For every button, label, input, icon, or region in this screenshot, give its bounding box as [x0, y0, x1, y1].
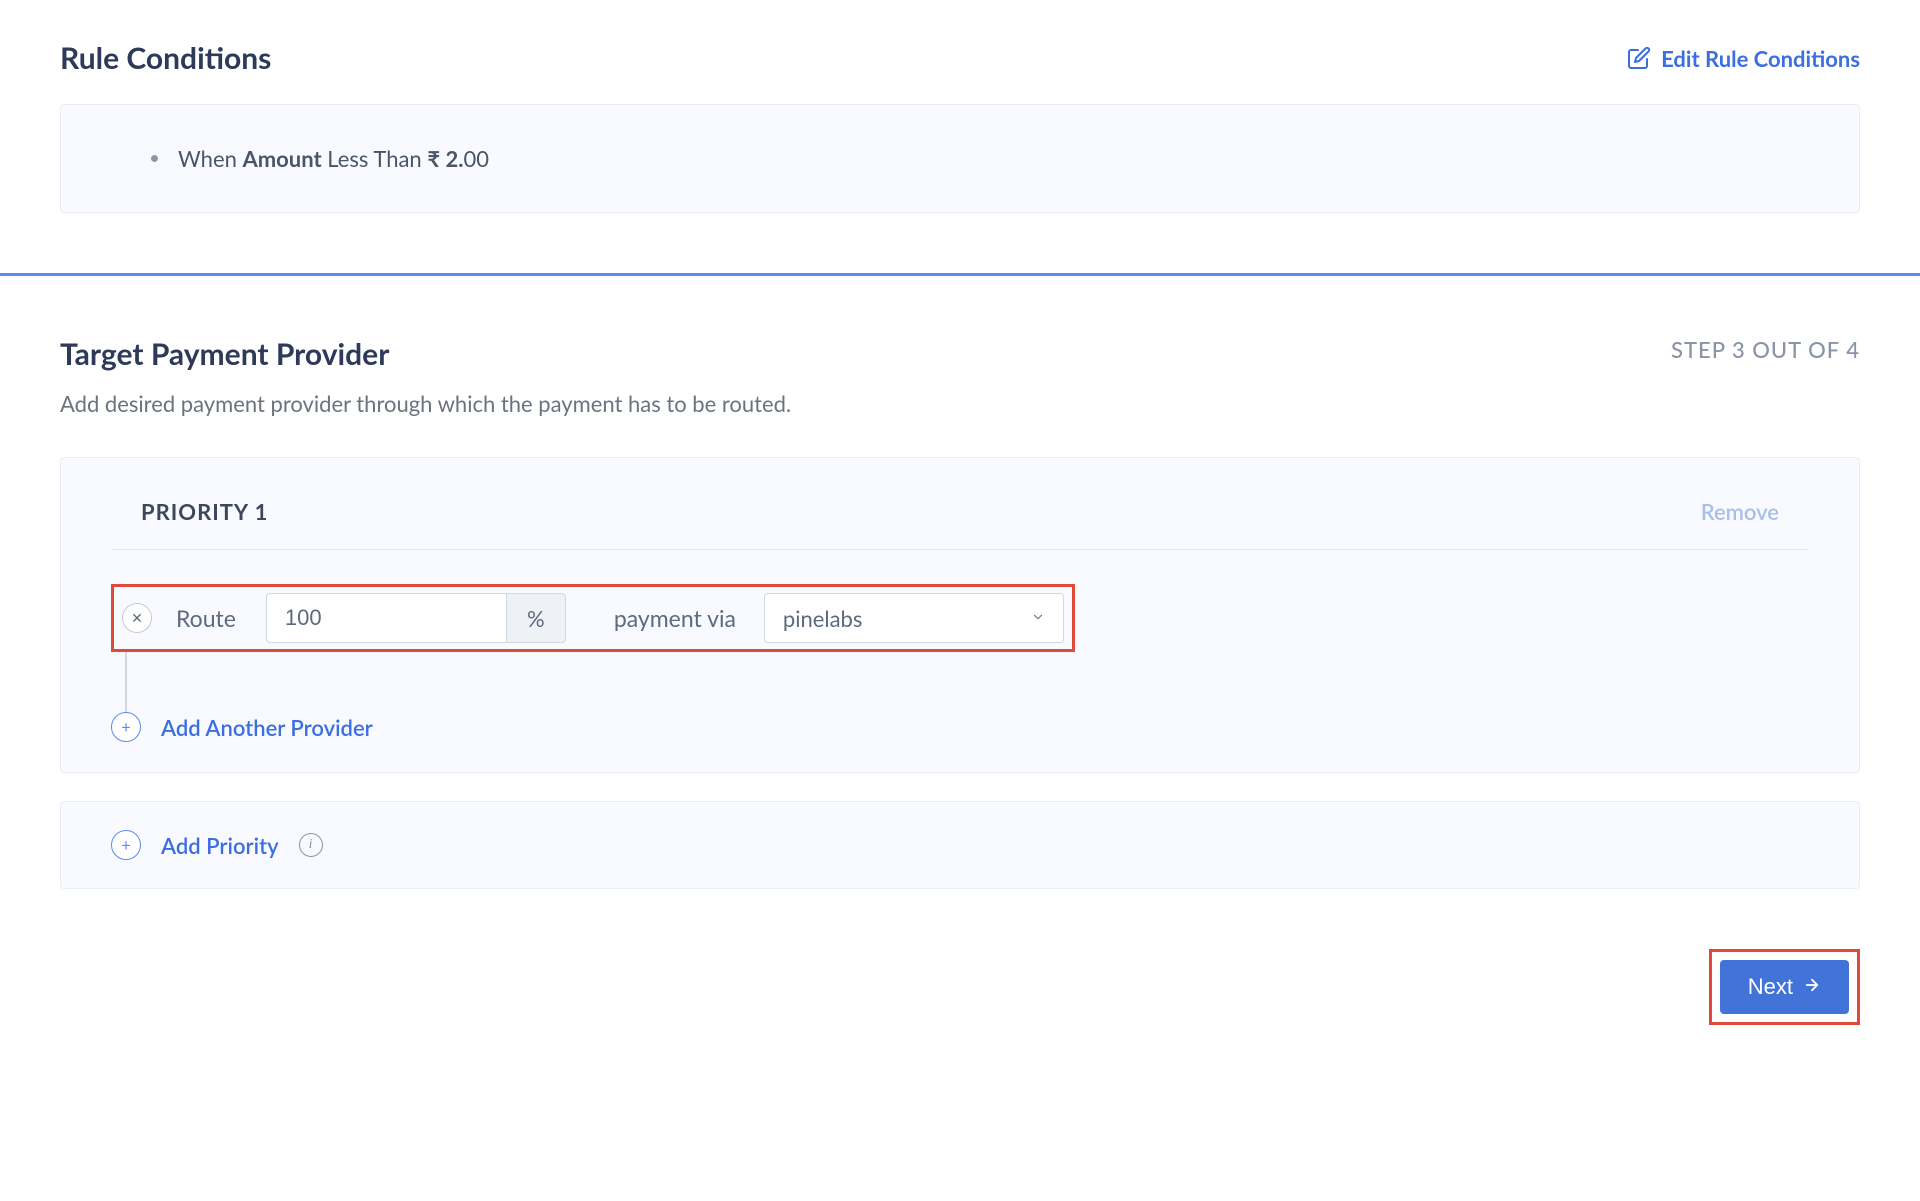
bullet-icon	[151, 155, 158, 162]
target-provider-title: Target Payment Provider	[60, 336, 389, 372]
section-divider	[0, 273, 1920, 276]
plus-icon: +	[121, 836, 130, 855]
add-priority-button[interactable]: +	[111, 830, 141, 860]
remove-route-button[interactable]: ✕	[122, 603, 152, 633]
rule-condition-text: When Amount Less Than ₹ 2.00	[178, 145, 489, 172]
add-priority-card: + Add Priority i	[60, 801, 1860, 889]
target-provider-subtitle: Add desired payment provider through whi…	[60, 390, 1860, 417]
route-percent-input[interactable]	[266, 593, 506, 643]
route-row-highlight: ✕ Route % payment via pinelabs	[111, 584, 1075, 652]
step-indicator: STEP 3 OUT OF 4	[1671, 336, 1860, 363]
priority-title: PRIORITY 1	[141, 498, 268, 525]
route-label: Route	[176, 604, 236, 632]
edit-icon	[1627, 46, 1651, 70]
close-icon: ✕	[131, 609, 143, 627]
provider-select[interactable]: pinelabs	[764, 593, 1064, 643]
provider-selected-value: pinelabs	[783, 605, 862, 632]
add-provider-button[interactable]: +	[111, 712, 141, 742]
plus-icon: +	[121, 718, 130, 737]
remove-priority-link[interactable]: Remove	[1701, 498, 1779, 525]
priority-card: PRIORITY 1 Remove ✕ Route % payment via …	[60, 457, 1860, 773]
percent-symbol: %	[506, 593, 566, 643]
next-button[interactable]: Next	[1720, 960, 1849, 1014]
chevron-down-icon	[1031, 610, 1045, 627]
edit-rule-conditions-link[interactable]: Edit Rule Conditions	[1627, 45, 1860, 72]
edit-rule-conditions-label: Edit Rule Conditions	[1661, 45, 1860, 72]
add-priority-link[interactable]: Add Priority	[161, 832, 279, 859]
payment-via-label: payment via	[614, 604, 736, 632]
rule-conditions-card: When Amount Less Than ₹ 2.00	[60, 104, 1860, 213]
rule-conditions-title: Rule Conditions	[60, 40, 271, 76]
next-button-label: Next	[1748, 974, 1793, 1000]
add-another-provider-link[interactable]: Add Another Provider	[161, 714, 373, 741]
connector-line	[125, 652, 127, 712]
arrow-right-icon	[1803, 974, 1821, 1000]
next-button-highlight: Next	[1709, 949, 1860, 1025]
info-icon[interactable]: i	[299, 833, 323, 857]
